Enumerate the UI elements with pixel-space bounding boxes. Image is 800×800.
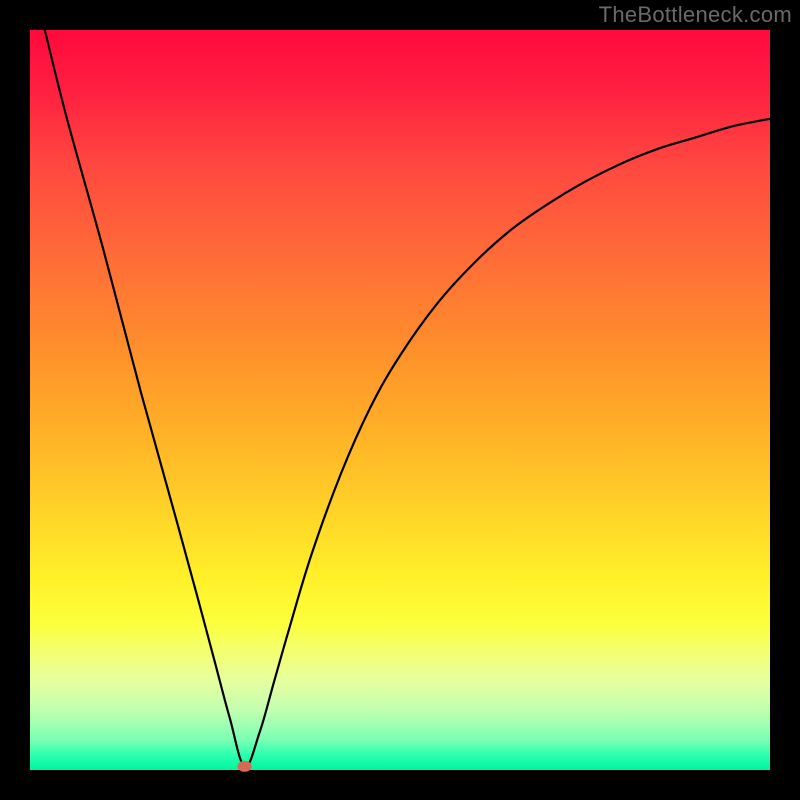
plot-area (30, 30, 770, 770)
watermark-text: TheBottleneck.com (599, 2, 792, 28)
chart-svg (30, 30, 770, 770)
chart-frame: TheBottleneck.com (0, 0, 800, 800)
min-marker (238, 761, 252, 772)
bottleneck-curve (45, 30, 770, 767)
